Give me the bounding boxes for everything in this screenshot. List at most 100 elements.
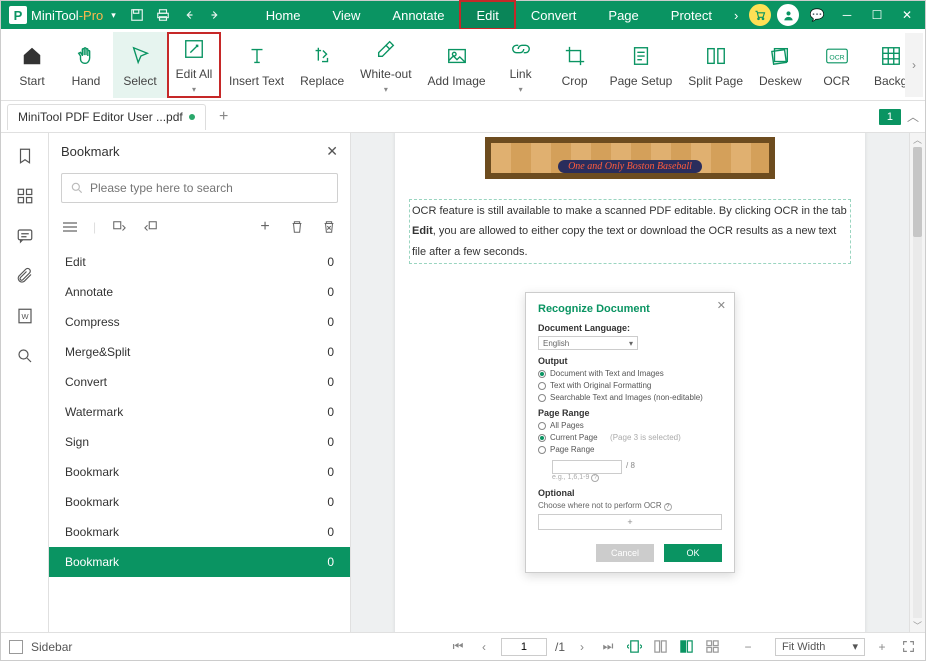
ribbon-select[interactable]: Select: [113, 32, 167, 98]
tab-count-badge: 1: [879, 109, 901, 125]
word-export-icon[interactable]: W: [14, 305, 36, 327]
feedback-icon[interactable]: 💬: [803, 3, 831, 27]
tab-new[interactable]: +: [212, 108, 236, 126]
indent-left-icon[interactable]: [110, 218, 128, 236]
bookmark-list: Edit0Annotate0Compress0Merge&Split0Conve…: [49, 247, 350, 632]
output-option-2[interactable]: Text with Original Formatting: [538, 381, 722, 390]
remove-all-icon[interactable]: [320, 218, 338, 236]
view-continuous-icon[interactable]: [651, 638, 669, 656]
menu-more[interactable]: ›: [728, 1, 744, 29]
bookmark-item[interactable]: Bookmark0: [49, 487, 350, 517]
dialog-close-icon[interactable]: ✕: [717, 299, 726, 312]
bookmark-item[interactable]: Bookmark0: [49, 547, 350, 577]
panel-close-icon[interactable]: ✕: [326, 143, 338, 160]
thumbnails-icon[interactable]: [14, 185, 36, 207]
last-page-icon[interactable]: ⏭: [599, 639, 617, 654]
collapse-all-icon[interactable]: [61, 218, 79, 236]
document-view[interactable]: One and Only Boston Baseball OCR feature…: [351, 133, 909, 632]
bookmark-item[interactable]: Bookmark0: [49, 457, 350, 487]
quick-access-toolbar: [126, 4, 226, 26]
ribbon-edit-all[interactable]: Edit All▾: [167, 32, 221, 98]
indent-right-icon[interactable]: [142, 218, 160, 236]
dialog-ok-button[interactable]: OK: [664, 544, 722, 562]
menu-edit[interactable]: Edit: [460, 1, 514, 29]
minimise-icon[interactable]: ─: [833, 3, 861, 27]
ribbon-crop[interactable]: Crop: [548, 32, 602, 98]
range-input[interactable]: [552, 460, 622, 474]
comments-icon[interactable]: [14, 225, 36, 247]
cart-icon[interactable]: [749, 4, 771, 26]
range-custom[interactable]: Page Range: [538, 445, 722, 454]
undo-icon[interactable]: [178, 4, 200, 26]
range-all[interactable]: All Pages: [538, 421, 722, 430]
view-single-icon[interactable]: [625, 638, 643, 656]
bookmark-item[interactable]: Annotate0: [49, 277, 350, 307]
search-icon: [70, 181, 84, 195]
ribbon-white-out[interactable]: White-out▾: [352, 32, 419, 98]
save-icon[interactable]: [126, 4, 148, 26]
page-number-input[interactable]: [501, 638, 547, 656]
output-option-3[interactable]: Searchable Text and Images (non-editable…: [538, 393, 722, 402]
body-paragraph: OCR feature is still available to make a…: [409, 199, 851, 264]
vertical-scrollbar[interactable]: ︿ ﹀: [909, 133, 925, 632]
delete-bookmark-icon[interactable]: [288, 218, 306, 236]
fullscreen-icon[interactable]: [899, 640, 917, 653]
ribbon-split-page[interactable]: Split Page: [680, 32, 751, 98]
zoom-select[interactable]: Fit Width▾: [775, 638, 865, 656]
user-icon[interactable]: [777, 4, 799, 26]
ribbon-hand[interactable]: Hand: [59, 32, 113, 98]
tabbar-collapse-icon[interactable]: ︿: [907, 108, 919, 125]
print-icon[interactable]: [152, 4, 174, 26]
bookmark-search-input[interactable]: [90, 181, 329, 195]
title-bar: P MiniTool-Pro ▾ Home View Annotate Edit…: [1, 1, 925, 29]
range-current[interactable]: Current Page (Page 3 is selected): [538, 433, 722, 442]
view-two-page-icon[interactable]: [677, 638, 695, 656]
menu-page[interactable]: Page: [592, 1, 654, 29]
add-exclusion[interactable]: +: [538, 514, 722, 530]
bookmark-icon[interactable]: [14, 145, 36, 167]
ribbon-add-image[interactable]: Add Image: [420, 32, 494, 98]
ribbon-deskew[interactable]: Deskew: [751, 32, 810, 98]
bookmark-item[interactable]: Convert0: [49, 367, 350, 397]
menu-protect[interactable]: Protect: [655, 1, 728, 29]
qat-customise[interactable]: ▾: [111, 10, 116, 21]
close-icon[interactable]: ✕: [893, 3, 921, 27]
ribbon-start[interactable]: Start: [5, 32, 59, 98]
menu-home[interactable]: Home: [250, 1, 317, 29]
ribbon-insert-text[interactable]: Insert Text: [221, 32, 292, 98]
add-bookmark-icon[interactable]: +: [256, 218, 274, 236]
ribbon-ocr[interactable]: OCROCR: [810, 32, 864, 98]
sidebar-toggle-icon[interactable]: [9, 640, 23, 654]
bookmark-panel: Bookmark ✕ | + Edit0Annotate0Compress0Me…: [49, 133, 351, 632]
bookmark-item[interactable]: Edit0: [49, 247, 350, 277]
zoom-in-icon[interactable]: +: [873, 640, 891, 654]
bookmark-item[interactable]: Watermark0: [49, 397, 350, 427]
menu-convert[interactable]: Convert: [515, 1, 593, 29]
first-page-icon[interactable]: ⏮: [449, 639, 467, 654]
bookmark-item[interactable]: Bookmark0: [49, 517, 350, 547]
menu-annotate[interactable]: Annotate: [376, 1, 460, 29]
ribbon-replace[interactable]: Replace: [292, 32, 352, 98]
bookmark-item[interactable]: Merge&Split0: [49, 337, 350, 367]
ribbon-scroll-right[interactable]: ›: [905, 33, 923, 97]
search-icon[interactable]: [14, 345, 36, 367]
next-page-icon[interactable]: ›: [573, 640, 591, 654]
bookmark-item[interactable]: Compress0: [49, 307, 350, 337]
bookmark-item[interactable]: Sign0: [49, 427, 350, 457]
prev-page-icon[interactable]: ‹: [475, 640, 493, 654]
lang-select[interactable]: English▾: [538, 336, 638, 350]
bookmark-search[interactable]: [61, 173, 338, 203]
redo-icon[interactable]: [204, 4, 226, 26]
maximise-icon[interactable]: ☐: [863, 3, 891, 27]
ribbon-page-setup[interactable]: Page Setup: [602, 32, 681, 98]
output-option-1[interactable]: Document with Text and Images: [538, 369, 722, 378]
menu-view[interactable]: View: [316, 1, 376, 29]
document-tab[interactable]: MiniTool PDF Editor User ...pdf: [7, 104, 206, 130]
view-grid-icon[interactable]: [703, 638, 721, 656]
bookmark-toolbar: | +: [61, 213, 338, 241]
attachments-icon[interactable]: [14, 265, 36, 287]
page-count: /1: [555, 640, 565, 654]
zoom-out-icon[interactable]: −: [739, 640, 757, 654]
ribbon-link[interactable]: Link▾: [494, 32, 548, 98]
dialog-cancel-button[interactable]: Cancel: [596, 544, 654, 562]
